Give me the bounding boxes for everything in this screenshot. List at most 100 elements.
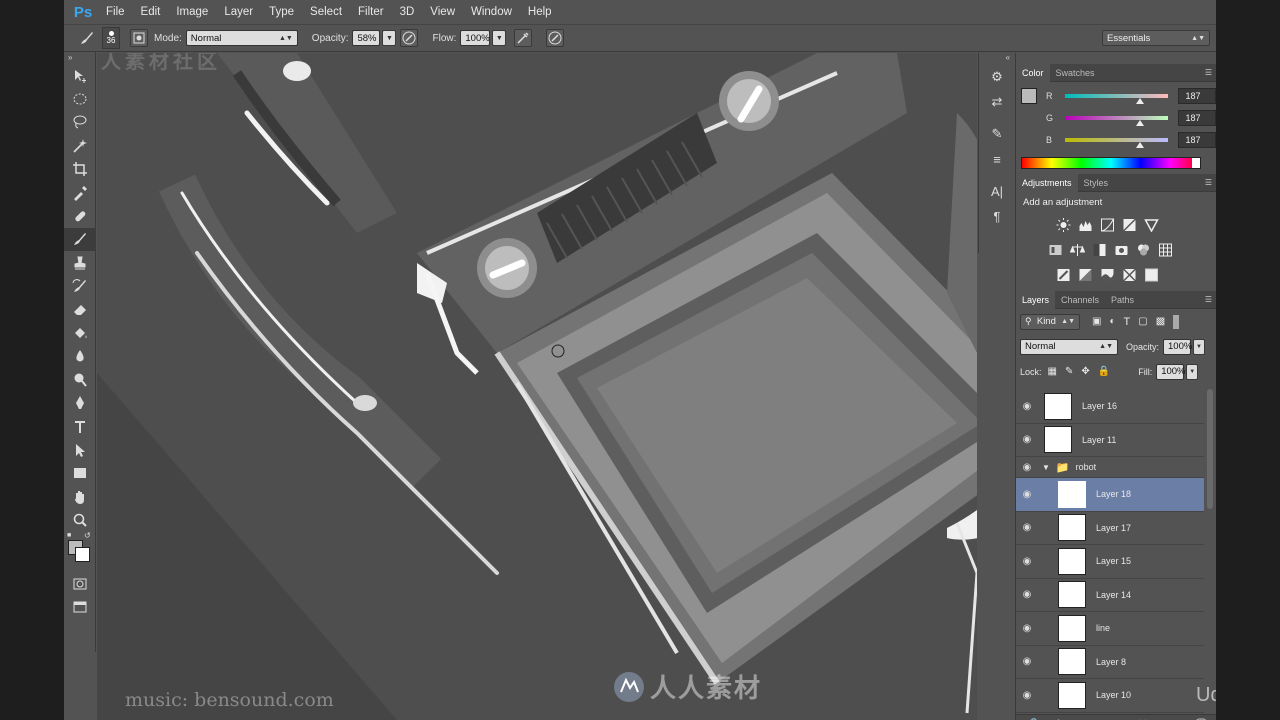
history-panel-button[interactable]: ⚙ <box>982 66 1012 88</box>
tool-pen[interactable] <box>64 391 96 414</box>
layer-group-row[interactable]: ◉ ▼ 📁 robot <box>1016 457 1204 478</box>
channel-mixer-button[interactable] <box>1134 242 1152 258</box>
brush-preset-picker[interactable]: 36 <box>102 27 120 49</box>
brightness-contrast-button[interactable] <box>1054 217 1072 233</box>
shape-filter-icon[interactable]: ▢ <box>1138 316 1147 327</box>
actions-panel-button[interactable]: ⇄ <box>982 91 1012 113</box>
tool-rectangle[interactable] <box>64 462 96 485</box>
tool-lasso[interactable] <box>64 111 96 134</box>
eye-icon[interactable]: ◉ <box>1016 556 1038 567</box>
layer-filter-select[interactable]: ⚲ Kind ▲▼ <box>1020 313 1080 330</box>
brush-presets-button[interactable]: ≡ <box>982 148 1012 170</box>
type-filter-icon[interactable]: T <box>1124 316 1131 328</box>
layer-row[interactable]: ◉ Layer 11 <box>1016 424 1204 457</box>
selective-color-button[interactable] <box>1142 267 1160 283</box>
levels-button[interactable] <box>1076 217 1094 233</box>
dock-collapse-icon[interactable]: « <box>979 53 1014 63</box>
tab-swatches[interactable]: Swatches <box>1050 64 1101 82</box>
background-color[interactable] <box>75 546 90 562</box>
panel-menu-icon[interactable]: ☰ <box>1205 68 1212 77</box>
blend-mode-select[interactable]: Normal ▲▼ <box>1020 338 1118 355</box>
eye-icon[interactable]: ◉ <box>1016 462 1038 473</box>
pressure-opacity-toggle[interactable] <box>400 29 419 47</box>
layer-row[interactable]: ◉ Layer 16 <box>1016 390 1204 424</box>
eye-icon[interactable]: ◉ <box>1016 656 1038 667</box>
tab-adjustments[interactable]: Adjustments <box>1016 173 1078 192</box>
document-canvas[interactable]: 人人素材社区 music: bensound.com 人人素材 <box>97 53 977 720</box>
tool-clone-stamp[interactable] <box>64 251 96 274</box>
tool-eraser[interactable] <box>64 298 96 321</box>
hue-saturation-button[interactable] <box>1046 242 1064 258</box>
tab-channels[interactable]: Channels <box>1055 291 1105 309</box>
flow-slider-toggle[interactable]: ▼ <box>492 30 507 46</box>
eye-icon[interactable]: ◉ <box>1016 690 1038 701</box>
menu-layer[interactable]: Layer <box>216 6 261 18</box>
layer-row[interactable]: ◉ Layer 14 <box>1016 579 1204 612</box>
filter-toggle-icon[interactable] <box>1173 314 1180 329</box>
opacity-slider-toggle[interactable]: ▼ <box>382 30 397 46</box>
layers-scrollbar[interactable] <box>1207 389 1213 509</box>
opacity-input[interactable]: 58% <box>352 30 381 46</box>
panel-menu-icon[interactable]: ☰ <box>1205 295 1212 304</box>
menu-3d[interactable]: 3D <box>392 6 423 18</box>
tool-magic-wand[interactable] <box>64 134 96 157</box>
eye-icon[interactable]: ◉ <box>1016 489 1038 500</box>
flow-input[interactable]: 100% <box>460 30 491 46</box>
tool-paint-bucket[interactable] <box>64 321 96 344</box>
curves-button[interactable] <box>1098 217 1116 233</box>
threshold-button[interactable] <box>1098 267 1116 283</box>
airbrush-toggle[interactable] <box>514 29 533 47</box>
color-spectrum[interactable] <box>1021 157 1201 169</box>
menu-view[interactable]: View <box>422 6 463 18</box>
green-slider-thumb[interactable] <box>1136 120 1145 126</box>
adjustment-filter-icon[interactable]: ◐ <box>1109 316 1115 327</box>
tool-brush[interactable] <box>64 227 96 252</box>
tool-path-selection[interactable] <box>64 438 96 461</box>
menu-select[interactable]: Select <box>302 6 350 18</box>
tool-healing-brush[interactable] <box>64 204 96 227</box>
tab-styles[interactable]: Styles <box>1078 174 1115 192</box>
menu-type[interactable]: Type <box>261 6 302 18</box>
tool-hand[interactable] <box>64 485 96 508</box>
red-slider[interactable] <box>1064 94 1169 104</box>
layer-row[interactable]: ◉ line <box>1016 612 1204 646</box>
tool-zoom[interactable] <box>64 508 96 531</box>
tab-paths[interactable]: Paths <box>1105 291 1140 309</box>
layer-row[interactable]: ◉ Layer 18 <box>1016 478 1204 512</box>
invert-button[interactable] <box>1054 267 1072 283</box>
exposure-button[interactable] <box>1120 217 1138 233</box>
workspace-select[interactable]: Essentials ▲▼ <box>1102 30 1210 46</box>
red-value[interactable]: 187 <box>1178 88 1216 104</box>
tool-screen-mode[interactable] <box>64 595 96 618</box>
layer-row[interactable]: ◉ Layer 17 <box>1016 512 1204 545</box>
layer-opacity-slider-toggle[interactable]: ▼ <box>1193 338 1206 355</box>
photo-filter-button[interactable] <box>1112 242 1130 258</box>
pressure-size-toggle[interactable] <box>546 29 565 47</box>
paragraph-panel-button[interactable]: ¶ <box>982 205 1012 227</box>
brush-panel-toggle[interactable] <box>130 29 148 47</box>
eye-icon[interactable]: ◉ <box>1016 401 1038 412</box>
character-panel-button[interactable]: A| <box>982 180 1012 202</box>
layer-row[interactable]: ◉ Layer 8 <box>1016 646 1204 679</box>
blue-slider-thumb[interactable] <box>1136 142 1145 148</box>
tool-type[interactable] <box>64 415 96 438</box>
color-swatches[interactable]: ■ ↺ <box>64 531 96 572</box>
lock-transparent-icon[interactable]: ▦ <box>1048 366 1057 377</box>
tab-color[interactable]: Color <box>1016 63 1050 82</box>
tool-history-brush[interactable] <box>64 275 96 298</box>
blue-value[interactable]: 187 <box>1178 132 1216 148</box>
tool-blur[interactable] <box>64 345 96 368</box>
menu-image[interactable]: Image <box>168 6 216 18</box>
tool-move[interactable] <box>64 64 96 87</box>
posterize-button[interactable] <box>1076 267 1094 283</box>
green-slider[interactable] <box>1064 116 1169 126</box>
eye-icon[interactable]: ◉ <box>1016 522 1038 533</box>
tool-eyedropper[interactable] <box>64 181 96 204</box>
layer-row[interactable]: ◉ Layer 10 <box>1016 679 1204 713</box>
default-colors-icon[interactable]: ■ <box>67 532 71 539</box>
eye-icon[interactable]: ◉ <box>1016 589 1038 600</box>
pixel-filter-icon[interactable]: ▣ <box>1092 316 1101 327</box>
tool-dodge[interactable] <box>64 368 96 391</box>
mode-select[interactable]: Normal ▲▼ <box>185 30 298 46</box>
layer-opacity-input[interactable]: 100% <box>1163 338 1192 355</box>
